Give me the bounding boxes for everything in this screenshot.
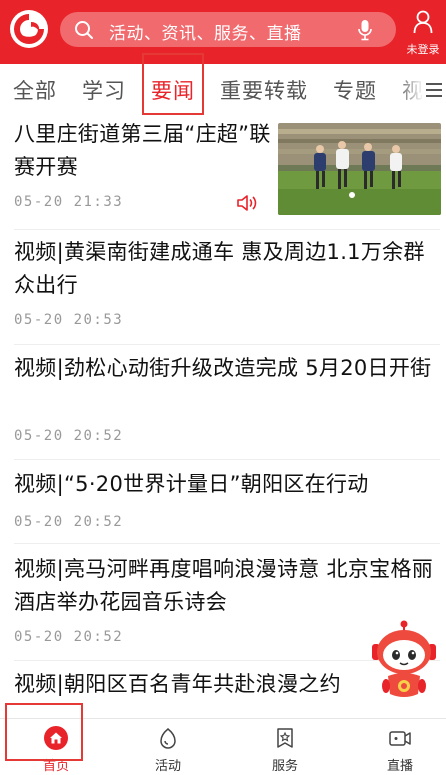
robot-assistant-icon[interactable] [370,620,438,700]
nav-activity[interactable]: 活动 [112,719,224,775]
live-icon [389,731,411,746]
nav-label: 服务 [271,759,298,774]
logo-icon [12,12,46,46]
app-header: 活动、资讯、服务、直播 未登录 [0,0,446,64]
active-nav-highlight [5,703,83,761]
tab-study[interactable]: 学习 [82,75,126,105]
news-item[interactable]: 视频|“5·20世界计量日”朝阳区在行动 05-20 20:52 [14,468,440,530]
news-item[interactable]: 八里庄街道第三届“庄超”联赛开赛 05-20 21:33 [14,118,272,210]
tab-all[interactable]: 全部 [13,75,57,105]
news-time: 05-20 20:52 [14,514,124,530]
nav-service[interactable]: 服务 [229,719,341,775]
tab-topics[interactable]: 专题 [333,75,377,105]
news-time: 05-20 20:53 [14,312,124,328]
news-title: 八里庄街道第三届“庄超”联赛开赛 [14,122,271,179]
activity-icon [160,728,176,749]
tab-headlines[interactable]: 要闻 [151,75,195,105]
login-button[interactable]: 未登录 [400,0,446,64]
speaker-icon[interactable] [236,194,258,212]
search-icon [75,21,93,39]
list-divider [14,229,440,230]
news-time: 05-20 20:52 [14,629,124,645]
nav-label: 活动 [154,759,181,774]
list-divider [14,543,440,544]
news-title: 视频|劲松心动街升级改造完成 5月20日开街 [14,356,432,380]
service-icon [277,728,293,748]
tabs-fade [396,64,424,116]
news-thumbnail[interactable] [278,123,441,215]
news-title: 视频|亮马河畔再度唱响浪漫诗意 北京宝格丽酒店举办花园音乐诗会 [14,557,434,614]
tab-reprints[interactable]: 重要转载 [220,75,308,105]
news-title: 视频|“5·20世界计量日”朝阳区在行动 [14,472,369,496]
news-item[interactable]: 视频|黄渠南街建成通车 惠及周边1.1万余群众出行 05-20 20:53 [14,236,440,328]
news-time: 05-20 20:52 [14,428,124,444]
news-item[interactable]: 视频|亮马河畔再度唱响浪漫诗意 北京宝格丽酒店举办花园音乐诗会 05-20 20… [14,553,440,645]
nav-live[interactable]: 直播 [344,719,446,775]
category-tabs: 全部 学习 要闻 重要转载 专题 视 [0,64,446,116]
app-logo[interactable] [10,10,48,48]
microphone-icon[interactable] [358,19,372,41]
list-divider [14,344,440,345]
nav-label: 直播 [386,759,413,774]
user-icon [413,10,433,34]
news-item[interactable]: 视频|劲松心动街升级改造完成 5月20日开街 05-20 20:52 [14,352,440,444]
login-label: 未登录 [406,43,440,56]
news-time: 05-20 21:33 [14,194,124,210]
search-bar[interactable]: 活动、资讯、服务、直播 [60,12,396,47]
menu-icon[interactable] [425,82,443,98]
list-divider [14,459,440,460]
search-placeholder: 活动、资讯、服务、直播 [109,24,302,44]
news-title: 视频|黄渠南街建成通车 惠及周边1.1万余群众出行 [14,240,425,297]
